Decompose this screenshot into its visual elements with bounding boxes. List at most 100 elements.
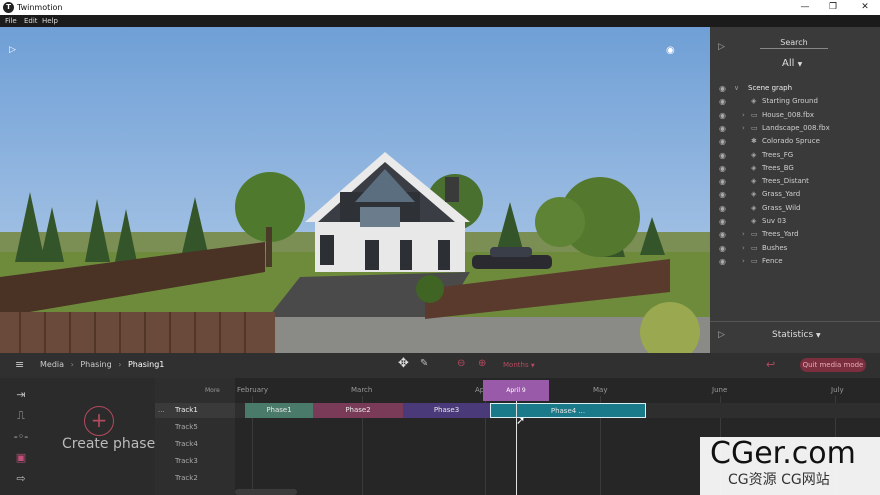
visibility-eye-icon[interactable]: ◉ [719,215,726,228]
phasing-icon[interactable]: ▣ [13,451,29,464]
zoom-in-icon[interactable]: ⊕ [478,358,486,369]
statistics-label: Statistics [772,330,814,340]
search-input[interactable]: Search [760,38,828,49]
expand-arrow-icon[interactable]: › [742,255,745,268]
track-item[interactable]: Track3 [175,457,198,465]
tree-item[interactable]: ◉ ◈ Suv 03 [710,215,880,228]
visibility-eye-icon[interactable]: ◉ [719,242,726,255]
object-type-icon: ◈ [751,97,757,106]
visibility-eye-icon[interactable]: ◉ [719,188,726,201]
filter-dropdown[interactable]: All ▼ [782,58,802,69]
breadcrumb-media[interactable]: Media [40,360,64,369]
object-type-icon: ◈ [751,217,757,225]
horizontal-scrollbar[interactable] [235,489,297,495]
tree-item[interactable]: ◉ › ▭ Landscape_008.fbx [710,122,880,135]
menu-file[interactable]: File [5,16,17,26]
object-type-icon: ✱ [751,137,757,146]
visibility-eye-icon[interactable]: ◉ [719,255,726,268]
expand-statistics-icon[interactable]: ▷ [718,330,725,340]
visibility-eye-icon[interactable]: ◉ [719,202,726,215]
tree-item[interactable]: ◉ › ▭ Bushes [710,242,880,255]
tree-item[interactable]: ◉ ◈ Trees_Distant [710,175,880,188]
play-icon[interactable]: ▷ [9,45,16,55]
import-icon[interactable]: ⇥ [13,388,29,401]
track-item[interactable]: Track5 [175,423,198,431]
divider [710,321,880,322]
object-type-icon: ◈ [751,150,757,159]
tree-item[interactable]: ◉ › ▭ House_008.fbx [710,109,880,122]
menu-help[interactable]: Help [42,16,58,26]
phase-bar-1[interactable]: Phase1 [245,403,313,418]
visibility-eye-icon[interactable]: ◉ [719,149,726,162]
track-menu-icon[interactable]: ... [158,406,165,414]
viewport[interactable]: ▷ ◉ [0,27,710,353]
export-icon[interactable]: ⇨ [13,472,29,485]
visibility-eye-icon[interactable]: ◉ [719,135,726,148]
expand-arrow-icon[interactable]: › [742,242,745,255]
month-label: July [831,386,844,394]
zoom-out-icon[interactable]: ⊖ [457,358,465,369]
object-type-icon: ▭ [751,123,758,132]
move-icon[interactable]: ✥ [398,357,409,371]
track-item[interactable]: Track4 [175,440,198,448]
tree-item[interactable]: ◉ ◈ Starting Ground [710,95,880,108]
media-toolbar: ≡ Media › Phasing › Phasing1 ✥ ✎ ⊖ ⊕ Mon… [0,353,880,378]
collapse-panel-icon[interactable]: ▷ [718,42,725,52]
expand-arrow-icon[interactable]: › [742,228,745,241]
phase-bar-3[interactable]: Phase3 [403,403,490,418]
visibility-eye-icon[interactable]: ◉ [719,95,726,108]
tree-item-label: Trees_FG [762,150,794,159]
menu-edit[interactable]: Edit [24,16,38,26]
quit-media-mode-button[interactable]: Quit media mode [800,358,866,372]
create-phase-button[interactable]: + [84,406,114,436]
tree-item-label: Trees_Yard [762,230,799,239]
phase-bar-4[interactable]: Phase4 ... [490,403,646,418]
tree-item[interactable]: ◉ › ▭ Fence [710,255,880,268]
edit-pencil-icon[interactable]: ✎ [420,358,428,369]
tree-item[interactable]: ◉ ∨ Scene graph [710,82,880,95]
visibility-eye-icon[interactable]: ◉ [719,175,726,188]
tree-item[interactable]: ◉ ✱ Colorado Spruce [710,135,880,148]
playhead-date-label[interactable]: April 9 [483,380,549,401]
path-icon[interactable]: ⎍ [13,409,29,423]
more-label[interactable]: More [205,387,220,394]
tree-item[interactable]: ◉ ◈ Trees_BG [710,162,880,175]
tree-item[interactable]: ◉ › ▭ Trees_Yard [710,228,880,241]
object-type-icon: ▭ [751,243,758,252]
phase-bar-2[interactable]: Phase2 [313,403,403,418]
close-button[interactable]: ✕ [850,0,880,15]
expand-arrow-icon[interactable]: › [742,122,745,135]
statistics-dropdown[interactable]: Statistics ▼ [772,330,821,340]
tree-item-label: Grass_Yard [762,190,801,199]
watermark-subtitle: CG资源 CG网站 [728,472,830,488]
eye-icon[interactable]: ◉ [666,45,675,56]
visibility-eye-icon[interactable]: ◉ [719,162,726,175]
watermark-title: CGer.com [710,436,856,471]
expand-arrow-icon[interactable]: ∨ [734,82,739,95]
track-item[interactable]: Track1 [175,406,198,414]
breadcrumb-phasing[interactable]: Phasing [80,360,111,369]
hamburger-menu-icon[interactable]: ≡ [15,359,24,370]
maximize-button[interactable]: ❐ [818,0,848,15]
visibility-eye-icon[interactable]: ◉ [719,109,726,122]
zoom-unit-dropdown[interactable]: Months ▼ [503,361,535,369]
filter-value: All [782,58,795,69]
tree-item-label: House_008.fbx [762,110,815,119]
visibility-eye-icon[interactable]: ◉ [719,228,726,241]
object-type-icon: ◈ [751,190,757,199]
tree-item-label: Trees_BG [762,163,794,172]
tree-item[interactable]: ◉ ◈ Grass_Yard [710,188,880,201]
undo-icon[interactable]: ↩ [766,358,775,371]
visibility-eye-icon[interactable]: ◉ [719,122,726,135]
tree-item-label: Colorado Spruce [762,137,820,146]
tree-item[interactable]: ◉ ◈ Trees_FG [710,149,880,162]
visibility-eye-icon[interactable]: ◉ [719,82,726,95]
menu-bar: File Edit Help [0,15,880,27]
minimize-button[interactable]: — [790,0,820,15]
expand-arrow-icon[interactable]: › [742,109,745,122]
tree-item[interactable]: ◉ ◈ Grass_Wild [710,202,880,215]
track-item[interactable]: Track2 [175,474,198,482]
tree-item-label: Bushes [762,243,788,252]
timeline-icon[interactable]: -◦- [13,430,29,443]
object-type-icon: ▭ [751,256,758,265]
